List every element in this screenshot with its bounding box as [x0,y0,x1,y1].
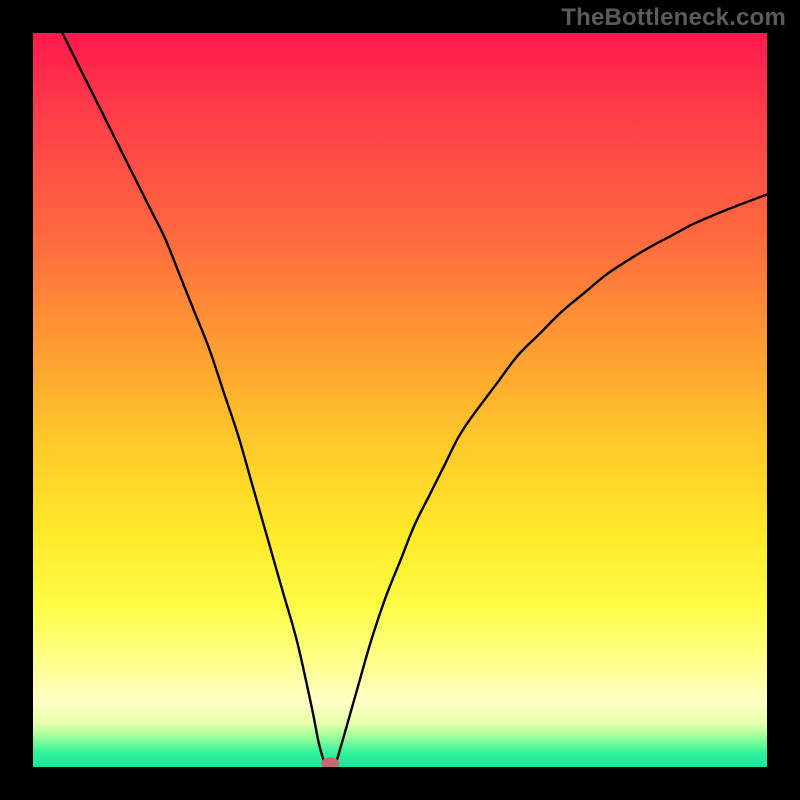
chart-frame: TheBottleneck.com [0,0,800,800]
plot-area [33,33,767,767]
watermark-text: TheBottleneck.com [561,4,786,32]
curve-layer [33,33,767,767]
bottleneck-curve-path [62,33,767,767]
